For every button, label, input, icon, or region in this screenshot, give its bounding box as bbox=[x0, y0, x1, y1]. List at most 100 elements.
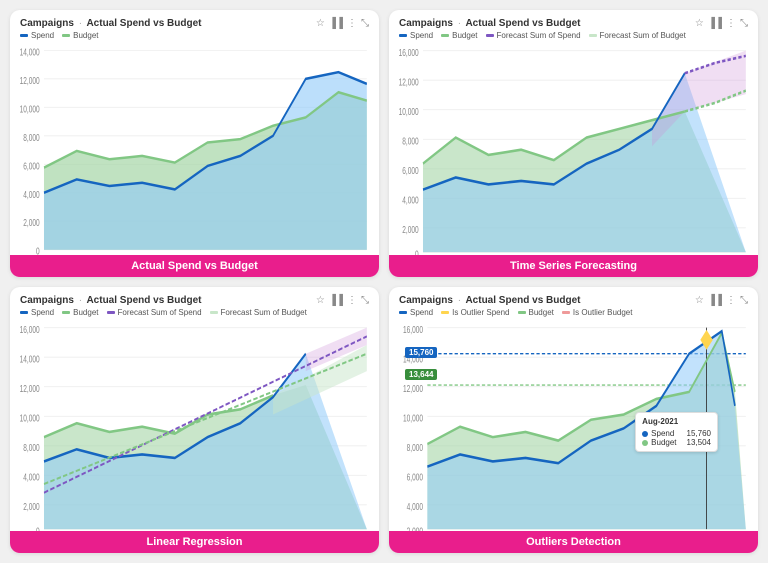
legend-2: Spend Budget Forecast Sum of Spend Forec… bbox=[399, 31, 748, 40]
svg-text:12,000: 12,000 bbox=[399, 76, 419, 88]
svg-text:2,000: 2,000 bbox=[402, 223, 418, 235]
expand-icon-4[interactable]: ⤡ bbox=[740, 295, 748, 306]
card-header-1: Campaigns · Actual Spend vs Budget ☆ ▐▐ … bbox=[20, 18, 369, 29]
expand-icon-2[interactable]: ⤡ bbox=[740, 18, 748, 29]
refresh-icon-4[interactable]: ☆ bbox=[695, 295, 704, 306]
label-badge-1: Actual Spend vs Budget bbox=[10, 255, 379, 277]
title-main-3: Campaigns bbox=[20, 295, 74, 306]
card-actual-spend: Campaigns · Actual Spend vs Budget ☆ ▐▐ … bbox=[10, 10, 379, 277]
legend-budget-1: Budget bbox=[62, 31, 98, 40]
subtitle-4: Actual Spend vs Budget bbox=[465, 295, 580, 306]
subtitle-1: Actual Spend vs Budget bbox=[86, 18, 201, 29]
legend-dot-obudget-4 bbox=[562, 311, 570, 314]
chart-svg-3: 16,000 14,000 12,000 10,000 8,000 4,000 … bbox=[20, 319, 369, 554]
legend-dot-fbudget-3 bbox=[210, 311, 218, 314]
legend-forecast-budget-3: Forecast Sum of Budget bbox=[210, 308, 307, 317]
chart-icon-3[interactable]: ▐▐ bbox=[329, 295, 343, 306]
svg-text:12,000: 12,000 bbox=[403, 382, 423, 394]
refresh-icon-2[interactable]: ☆ bbox=[695, 18, 704, 29]
svg-text:14,000: 14,000 bbox=[20, 352, 40, 364]
outlier-tooltip: Aug-2021 Spend 15,760 Budget 13,504 bbox=[635, 412, 718, 452]
svg-text:12,000: 12,000 bbox=[20, 382, 40, 394]
svg-text:10,000: 10,000 bbox=[20, 103, 40, 115]
more-icon-2[interactable]: ⋮ bbox=[726, 18, 736, 29]
card-icons-2[interactable]: ☆ ▐▐ ⋮ ⤡ bbox=[695, 18, 748, 29]
legend-budget-3: Budget bbox=[62, 308, 98, 317]
card-linear-regression: Campaigns · Actual Spend vs Budget ☆ ▐▐ … bbox=[10, 287, 379, 554]
card-header-4: Campaigns · Actual Spend vs Budget ☆ ▐▐ … bbox=[399, 295, 748, 306]
refresh-icon-1[interactable]: ☆ bbox=[316, 18, 325, 29]
card-icons-4[interactable]: ☆ ▐▐ ⋮ ⤡ bbox=[695, 295, 748, 306]
svg-text:6,000: 6,000 bbox=[23, 160, 40, 172]
svg-text:8,000: 8,000 bbox=[407, 441, 423, 453]
subtitle-2: Actual Spend vs Budget bbox=[465, 18, 580, 29]
svg-text:6,000: 6,000 bbox=[402, 164, 418, 176]
legend-dot-spend-3 bbox=[20, 311, 28, 314]
card-title-1: Campaigns · Actual Spend vs Budget bbox=[20, 18, 201, 29]
svg-text:8,000: 8,000 bbox=[23, 441, 39, 453]
chart-icon-4[interactable]: ▐▐ bbox=[708, 295, 722, 306]
subtitle-3: Actual Spend vs Budget bbox=[86, 295, 201, 306]
expand-icon-1[interactable]: ⤡ bbox=[361, 18, 369, 29]
legend-dot-budget-3 bbox=[62, 311, 70, 314]
card-icons-1[interactable]: ☆ ▐▐ ⋮ ⤡ bbox=[316, 18, 369, 29]
legend-dot-fbudget-2 bbox=[589, 34, 597, 37]
title-main-2: Campaigns bbox=[399, 18, 453, 29]
svg-text:4,000: 4,000 bbox=[23, 188, 40, 200]
card-icons-3[interactable]: ☆ ▐▐ ⋮ ⤡ bbox=[316, 295, 369, 306]
chart-svg-2: 16,000 12,000 10,000 8,000 6,000 4,000 2… bbox=[399, 42, 748, 277]
card-outliers: Campaigns · Actual Spend vs Budget ☆ ▐▐ … bbox=[389, 287, 758, 554]
legend-outlier-budget-4: Is Outlier Budget bbox=[562, 308, 633, 317]
more-icon-1[interactable]: ⋮ bbox=[347, 18, 357, 29]
svg-text:4,000: 4,000 bbox=[407, 500, 423, 512]
card-header-2: Campaigns · Actual Spend vs Budget ☆ ▐▐ … bbox=[399, 18, 748, 29]
svg-text:10,000: 10,000 bbox=[403, 411, 423, 423]
tooltip-row-budget: Budget 13,504 bbox=[642, 438, 711, 447]
chart-area-3: 16,000 14,000 12,000 10,000 8,000 4,000 … bbox=[20, 319, 369, 554]
svg-text:4,000: 4,000 bbox=[23, 470, 39, 482]
legend-spend-4: Spend bbox=[399, 308, 433, 317]
tooltip-dot-budget bbox=[642, 440, 648, 446]
chart-icon-2[interactable]: ▐▐ bbox=[708, 18, 722, 29]
svg-text:12,000: 12,000 bbox=[20, 74, 40, 86]
legend-spend-3: Spend bbox=[20, 308, 54, 317]
svg-text:16,000: 16,000 bbox=[20, 323, 40, 335]
label-badge-3: Linear Regression bbox=[10, 531, 379, 553]
title-main-1: Campaigns bbox=[20, 18, 74, 29]
card-title-4: Campaigns · Actual Spend vs Budget bbox=[399, 295, 580, 306]
tooltip-label-budget: Budget bbox=[651, 438, 676, 447]
svg-text:4,000: 4,000 bbox=[402, 194, 418, 206]
card-time-series: Campaigns · Actual Spend vs Budget ☆ ▐▐ … bbox=[389, 10, 758, 277]
card-header-3: Campaigns · Actual Spend vs Budget ☆ ▐▐ … bbox=[20, 295, 369, 306]
legend-dot-fspend-2 bbox=[486, 34, 494, 37]
chart-icon-1[interactable]: ▐▐ bbox=[329, 18, 343, 29]
svg-text:16,000: 16,000 bbox=[403, 323, 423, 335]
svg-text:10,000: 10,000 bbox=[399, 105, 419, 117]
legend-forecast-spend-3: Forecast Sum of Spend bbox=[107, 308, 202, 317]
legend-outlier-spend-4: Is Outlier Spend bbox=[441, 308, 509, 317]
chart-svg-1: 14,000 12,000 10,000 8,000 6,000 4,000 2… bbox=[20, 42, 369, 277]
refresh-icon-3[interactable]: ☆ bbox=[316, 295, 325, 306]
svg-text:8,000: 8,000 bbox=[23, 131, 40, 143]
title-main-4: Campaigns bbox=[399, 295, 453, 306]
svg-text:2,000: 2,000 bbox=[23, 217, 40, 229]
chart-area-1: 14,000 12,000 10,000 8,000 6,000 4,000 2… bbox=[20, 42, 369, 277]
tooltip-dot-spend bbox=[642, 431, 648, 437]
svg-text:8,000: 8,000 bbox=[402, 135, 418, 147]
tooltip-label-spend: Spend bbox=[651, 429, 674, 438]
legend-dot-spend-2 bbox=[399, 34, 407, 37]
chart-area-2: 16,000 12,000 10,000 8,000 6,000 4,000 2… bbox=[399, 42, 748, 277]
tooltip-title: Aug-2021 bbox=[642, 417, 711, 426]
outlier-value-top: 15,760 bbox=[405, 347, 437, 358]
svg-text:2,000: 2,000 bbox=[23, 500, 39, 512]
legend-budget-2: Budget bbox=[441, 31, 477, 40]
legend-dot-spend-1 bbox=[20, 34, 28, 37]
legend-4: Spend Is Outlier Spend Budget Is Outlier… bbox=[399, 308, 748, 317]
more-icon-4[interactable]: ⋮ bbox=[726, 295, 736, 306]
expand-icon-3[interactable]: ⤡ bbox=[361, 295, 369, 306]
dashboard-grid: Campaigns · Actual Spend vs Budget ☆ ▐▐ … bbox=[0, 0, 768, 563]
legend-1: Spend Budget bbox=[20, 31, 369, 40]
legend-spend-1: Spend bbox=[20, 31, 54, 40]
more-icon-3[interactable]: ⋮ bbox=[347, 295, 357, 306]
card-title-2: Campaigns · Actual Spend vs Budget bbox=[399, 18, 580, 29]
